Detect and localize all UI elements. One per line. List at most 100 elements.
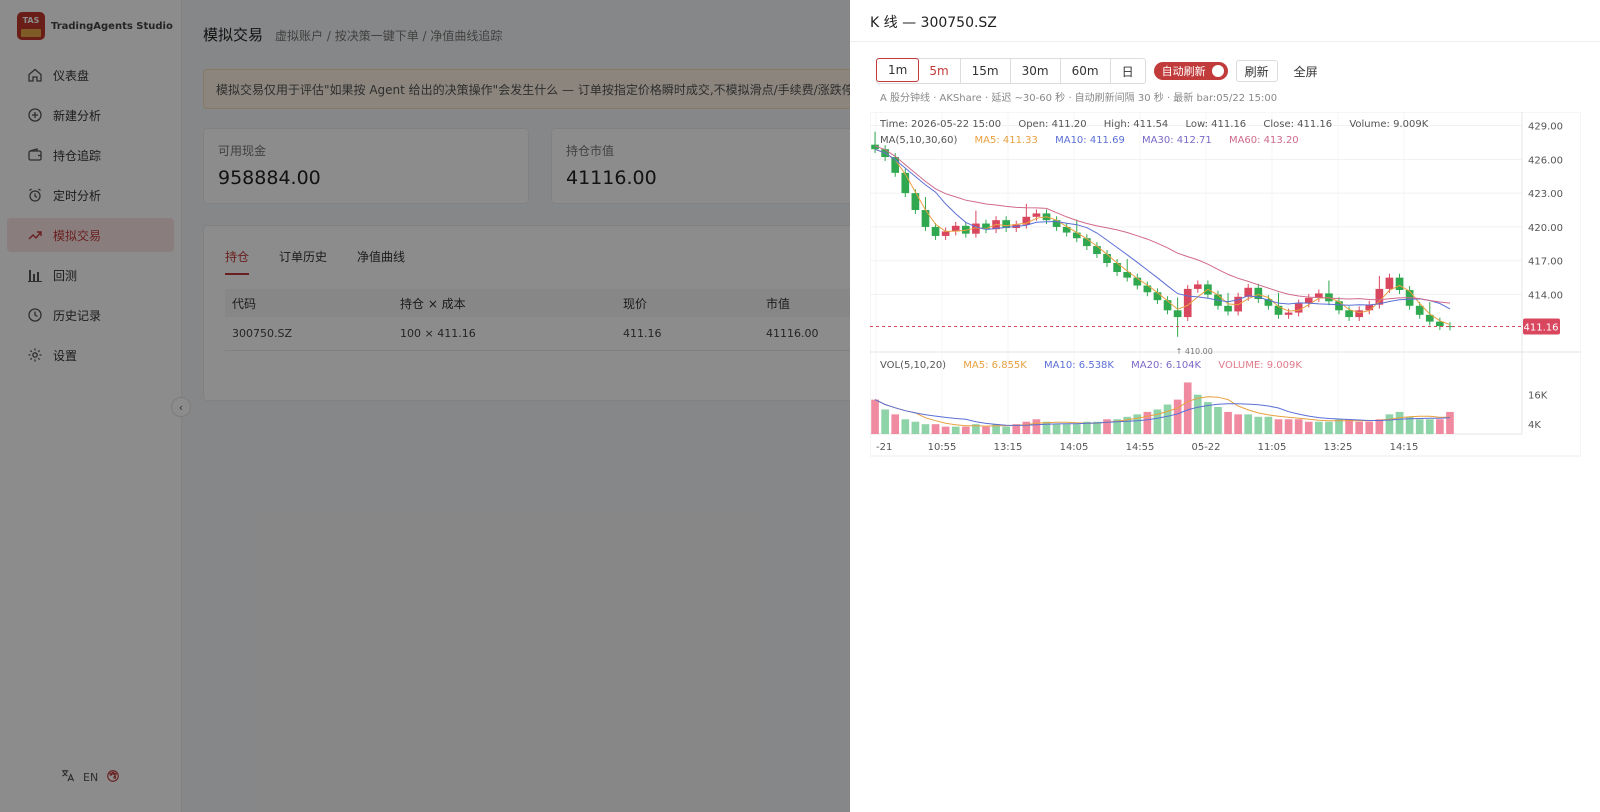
vol-legend: VOL(5,10,20) MA5: 6.855K MA10: 6.538K MA… <box>880 360 1316 371</box>
ma-legend: MA(5,10,30,60) MA5: 411.33 MA10: 411.69 … <box>880 135 1313 146</box>
y-tick-label: 414.00 <box>1528 291 1563 302</box>
candle-body <box>1284 312 1293 315</box>
candle-body <box>1103 253 1111 263</box>
volume-bar <box>1183 382 1192 434</box>
drawer-title: K 线 — 300750.SZ <box>870 15 997 31</box>
volume-bar <box>881 409 889 434</box>
x-tick-label: 11:05 <box>1258 442 1287 453</box>
y-tick-label: 429.00 <box>1528 122 1563 133</box>
volume-bar <box>951 426 960 434</box>
volume-bar <box>1415 419 1424 434</box>
volume-bar <box>1193 394 1202 434</box>
candle-body <box>1113 262 1121 272</box>
candle-body <box>1365 304 1374 311</box>
low-price-marker: ↑ 410.00 <box>1176 347 1213 356</box>
candle-body <box>1375 288 1384 305</box>
volume-bar <box>1284 419 1293 434</box>
volume-bar <box>1204 402 1212 434</box>
ma10-legend: MA10: 411.69 <box>1055 135 1125 146</box>
kline-svg[interactable]: 429.00 426.00 423.00 420.00 417.00 414.00 -21 1… <box>870 112 1581 467</box>
refresh-button[interactable]: 刷新 <box>1235 60 1278 82</box>
x-tick-label: 13:25 <box>1324 442 1353 453</box>
volume-bar <box>1264 416 1273 434</box>
candle-body <box>1173 310 1182 318</box>
volume-bar <box>1355 421 1364 434</box>
candle-body <box>931 226 940 236</box>
volume-bar <box>931 424 940 434</box>
interval-15m-button[interactable]: 15m <box>961 59 1011 83</box>
y-tick-label: 426.00 <box>1528 155 1563 166</box>
last-price-label: 411.16 <box>1524 323 1559 334</box>
volume-bar <box>1325 421 1333 434</box>
interval-30m-button[interactable]: 30m <box>1011 59 1061 83</box>
volume-bar <box>982 426 990 434</box>
x-tick-label: 14:55 <box>1126 442 1155 453</box>
candle-body <box>1072 232 1081 239</box>
candle-body <box>1224 305 1232 312</box>
y-tick-label: 423.00 <box>1528 189 1563 200</box>
auto-refresh-toggle[interactable]: 自动刷新 <box>1153 62 1228 80</box>
ohlc-legend: Time: 2026-05-22 15:00 Open: 411.20 High… <box>880 119 1442 130</box>
vol-ma5-legend: MA5: 6.855K <box>963 360 1027 371</box>
candle-body <box>1032 213 1041 217</box>
candle-body <box>1345 310 1353 318</box>
volume-bar <box>1436 419 1444 434</box>
volume-bar <box>1254 416 1263 434</box>
volume-bar <box>1365 421 1374 434</box>
candle-body <box>1193 284 1202 289</box>
volume-bar <box>1042 421 1051 434</box>
candle-body <box>1093 246 1101 254</box>
candle-body <box>1335 301 1343 311</box>
candle-body <box>1274 305 1283 315</box>
vol-ma20-legend: MA20: 6.104K <box>1131 360 1202 371</box>
candle-body <box>1294 303 1303 313</box>
volume-bar <box>1315 421 1323 434</box>
volume-bar <box>1446 411 1454 434</box>
kline-chart[interactable]: 429.00 426.00 423.00 420.00 417.00 414.00 -21 1… <box>870 112 1581 467</box>
candle-body <box>921 210 930 227</box>
interval-5m-button[interactable]: 5m <box>918 59 961 83</box>
volume-bar <box>1385 414 1394 434</box>
modal-overlay[interactable] <box>0 0 850 812</box>
candle-body <box>1395 277 1404 291</box>
volume-bar <box>1335 419 1343 434</box>
chart-meta: A 股分钟线 · AKShare · 延迟 ~30-60 秒 · 自动刷新间隔 … <box>880 93 1278 104</box>
x-tick-label: 05-22 <box>1191 442 1220 453</box>
volume-bar <box>1173 399 1182 434</box>
vol-ma10-legend: MA10: 6.538K <box>1044 360 1114 371</box>
vol-tick-label: 16K <box>1528 391 1548 402</box>
volume-bar <box>921 424 930 434</box>
interval-1m-button[interactable]: 1m <box>876 58 920 82</box>
volume-bar <box>1234 414 1242 434</box>
volume-bar <box>1072 424 1081 434</box>
candle-body <box>1163 300 1172 311</box>
volume-bar <box>1304 421 1313 434</box>
volume-bar <box>1052 424 1061 434</box>
candle-body <box>1153 292 1162 301</box>
candle-body <box>1415 305 1424 315</box>
volume-bar <box>891 414 900 434</box>
vol-legend-label: VOL(5,10,20) <box>880 360 947 371</box>
ma5-legend: MA5: 411.33 <box>974 135 1038 146</box>
volume-bar <box>871 399 879 434</box>
volume-bar <box>1143 411 1152 434</box>
x-tick-label: -21 <box>876 442 892 453</box>
interval-60m-button[interactable]: 60m <box>1061 59 1111 83</box>
x-tick-label: 14:15 <box>1390 442 1419 453</box>
volume-bar <box>1375 419 1384 434</box>
ma60-legend: MA60: 413.20 <box>1228 135 1299 146</box>
divider <box>850 41 1600 42</box>
ohlc-time: Time: 2026-05-22 15:00 <box>880 119 1002 130</box>
fullscreen-button[interactable]: 全屏 <box>1286 60 1326 82</box>
volume-bar <box>1294 419 1303 434</box>
ohlc-close: Close: 411.16 <box>1263 119 1333 130</box>
ohlc-high: High: 411.54 <box>1103 119 1169 130</box>
volume-bar <box>941 426 950 434</box>
interval-day-button[interactable]: 日 <box>1111 59 1145 83</box>
volume-bar <box>1032 419 1041 434</box>
ohlc-open: Open: 411.20 <box>1018 119 1087 130</box>
chart-toolbar: 1m 5m 15m 30m 60m 日 自动刷新 刷新 全屏 <box>876 58 1326 84</box>
ohlc-low: Low: 411.16 <box>1185 119 1247 130</box>
x-tick-label: 14:05 <box>1060 442 1089 453</box>
volume-bar <box>1062 424 1071 434</box>
